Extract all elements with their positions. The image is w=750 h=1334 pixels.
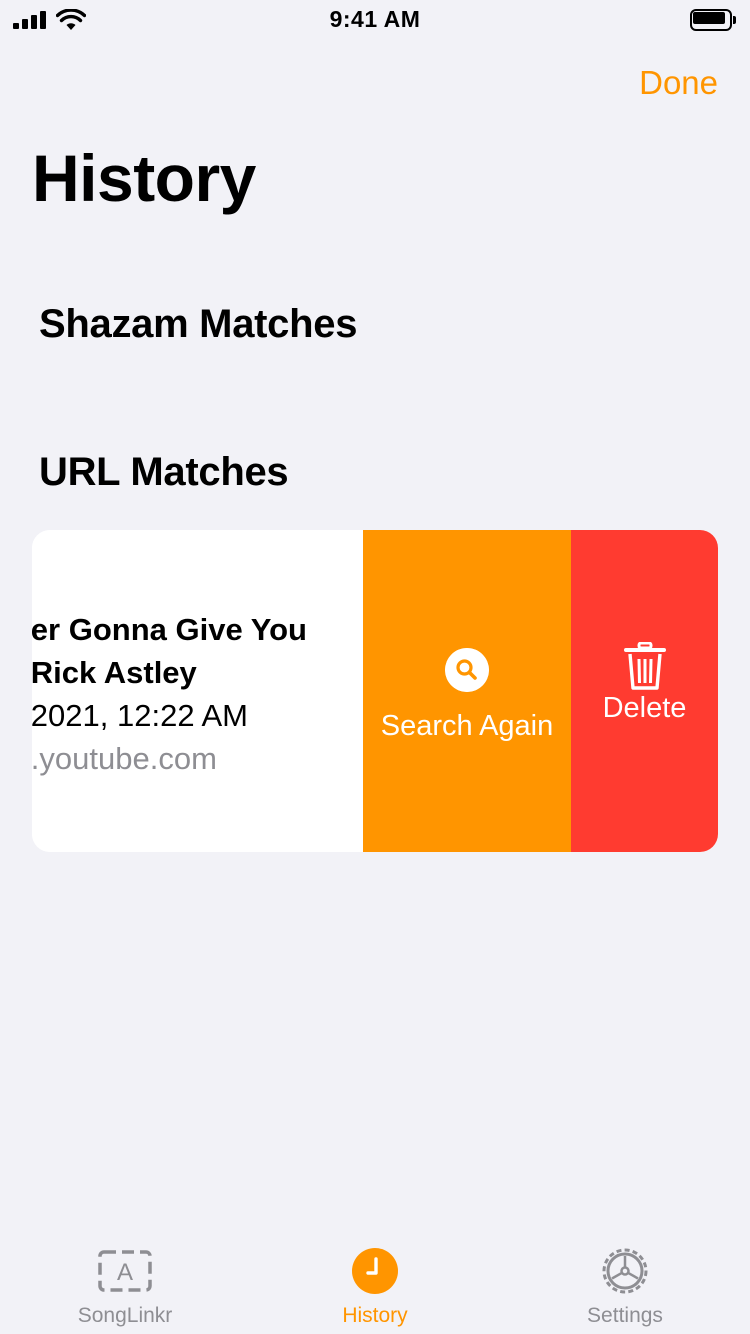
tab-settings[interactable]: Settings [500,1236,750,1334]
history-screen: 9:41 AM Done History Shazam Matches URL … [0,0,750,1334]
app-store-icon: A [98,1250,152,1292]
section-header-url-matches: URL Matches [39,450,289,494]
song-artist: Rick Astley [32,655,197,690]
delete-label: Delete [602,692,687,724]
source-domain: .youtube.com [32,741,217,776]
section-header-shazam-matches: Shazam Matches [39,302,358,346]
tab-label-history: History [342,1304,408,1327]
search-again-label: Search Again [380,710,554,742]
battery-icon [690,9,736,31]
svg-text:A: A [117,1259,133,1286]
clock-icon [352,1248,398,1294]
trash-icon [624,642,666,690]
status-time: 9:41 AM [329,6,421,32]
tab-label-settings: Settings [587,1304,663,1327]
tab-history[interactable]: History [250,1236,500,1334]
url-match-row[interactable]: er Gonna Give You Rick Astley 2021, 12:2… [32,530,718,852]
row-text: er Gonna Give You Rick Astley 2021, 12:2… [32,608,307,780]
match-date: 2021, 12:22 AM [32,698,248,733]
done-button[interactable]: Done [639,64,718,102]
tab-label-songlinkr: SongLinkr [77,1304,173,1327]
row-content[interactable]: er Gonna Give You Rick Astley 2021, 12:2… [32,530,363,852]
status-bar: 9:41 AM [0,0,750,40]
search-icon [445,648,489,692]
delete-button[interactable]: Delete [571,530,718,852]
tab-songlinkr[interactable]: A SongLinkr [0,1236,250,1334]
gear-icon [602,1248,648,1294]
song-title: er Gonna Give You [32,612,307,647]
search-again-button[interactable]: Search Again [363,530,571,852]
tab-bar: A SongLinkr History Settings [0,1236,750,1334]
page-title: History [32,141,256,215]
